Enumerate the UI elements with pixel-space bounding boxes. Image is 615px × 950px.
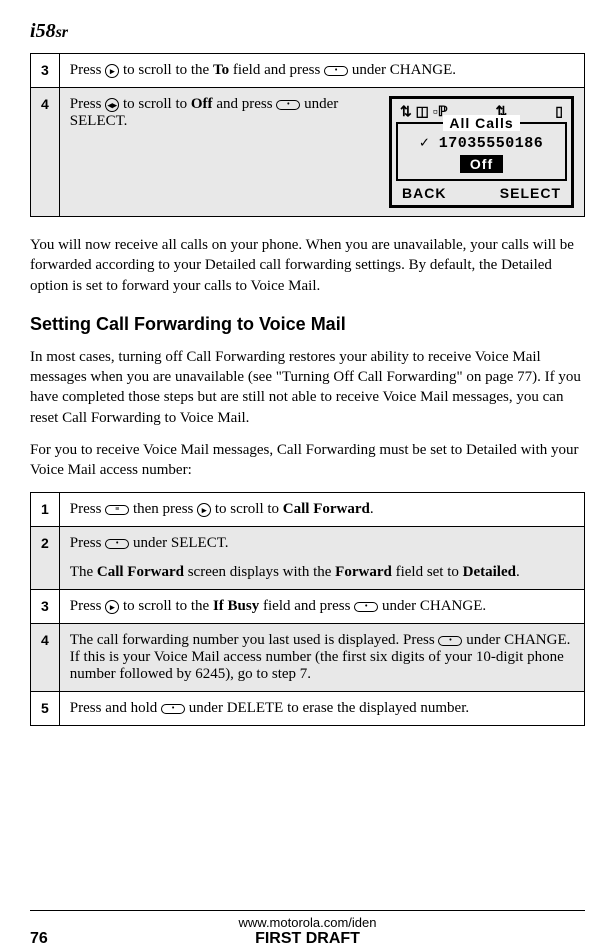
step-row: 5 Press and hold • under DELETE to erase… — [31, 692, 585, 726]
softkey-icon: • — [276, 100, 300, 110]
steps-table-1: 3 Press ▸ to scroll to the To field and … — [30, 53, 585, 217]
screen-title: All Calls — [443, 115, 519, 131]
step-text: ⇅ ◫ ▫ℙ ⇅ ▯ All Calls ✓ 17035550186 Off B… — [59, 88, 584, 217]
draft-label: FIRST DRAFT — [48, 930, 567, 948]
step-text: Press ≡ then press ▸ to scroll to Call F… — [59, 493, 584, 527]
right-scroll-icon: ▸ — [105, 64, 119, 78]
paragraph: In most cases, turning off Call Forwardi… — [30, 347, 585, 428]
step-text: The call forwarding number you last used… — [59, 624, 584, 692]
softkey-icon: • — [161, 704, 185, 714]
step-number: 4 — [31, 624, 60, 692]
page-number: 76 — [30, 930, 48, 948]
step-number: 1 — [31, 493, 60, 527]
step-number: 5 — [31, 692, 60, 726]
screen-number: ✓ 17035550186 — [398, 133, 565, 152]
softkey-icon: • — [105, 539, 129, 549]
softkey-icon: • — [438, 636, 462, 646]
step-text: Press • under SELECT. The Call Forward s… — [59, 527, 584, 590]
step-number: 2 — [31, 527, 60, 590]
footer: www.motorola.com/iden — [30, 910, 585, 930]
step-row: 4 ⇅ ◫ ▫ℙ ⇅ ▯ All Calls ✓ 17035550186 Off — [31, 88, 585, 217]
step-number: 3 — [31, 54, 60, 88]
phone-screen-illustration: ⇅ ◫ ▫ℙ ⇅ ▯ All Calls ✓ 17035550186 Off B… — [389, 96, 574, 208]
steps-table-2: 1 Press ≡ then press ▸ to scroll to Call… — [30, 492, 585, 726]
screen-selected: Off — [460, 155, 503, 173]
softkey-icon: • — [324, 66, 348, 76]
step-row: 3 Press ▸ to scroll to the If Busy field… — [31, 590, 585, 624]
nav-icon: ◂▸ — [105, 98, 119, 112]
right-scroll-icon: ▸ — [197, 503, 211, 517]
page-footer-row: 76 FIRST DRAFT 00 — [30, 930, 585, 948]
step-row: 3 Press ▸ to scroll to the To field and … — [31, 54, 585, 88]
footer-url: www.motorola.com/iden — [239, 915, 377, 930]
section-heading: Setting Call Forwarding to Voice Mail — [30, 314, 585, 335]
step-text: Press ▸ to scroll to the If Busy field a… — [59, 590, 584, 624]
step-text: Press and hold • under DELETE to erase t… — [59, 692, 584, 726]
menu-icon: ≡ — [105, 505, 129, 515]
step-row: 1 Press ≡ then press ▸ to scroll to Call… — [31, 493, 585, 527]
right-scroll-icon: ▸ — [105, 600, 119, 614]
softkey-left: BACK — [402, 185, 446, 201]
softkey-right: SELECT — [500, 185, 561, 201]
paragraph: You will now receive all calls on your p… — [30, 235, 585, 296]
step-number: 4 — [31, 88, 60, 217]
product-logo: i58sr — [30, 20, 585, 43]
paragraph: For you to receive Voice Mail messages, … — [30, 440, 585, 481]
step-row: 2 Press • under SELECT. The Call Forward… — [31, 527, 585, 590]
softkey-icon: • — [354, 602, 378, 612]
step-number: 3 — [31, 590, 60, 624]
step-row: 4 The call forwarding number you last us… — [31, 624, 585, 692]
step-text: Press ▸ to scroll to the To field and pr… — [59, 54, 584, 88]
